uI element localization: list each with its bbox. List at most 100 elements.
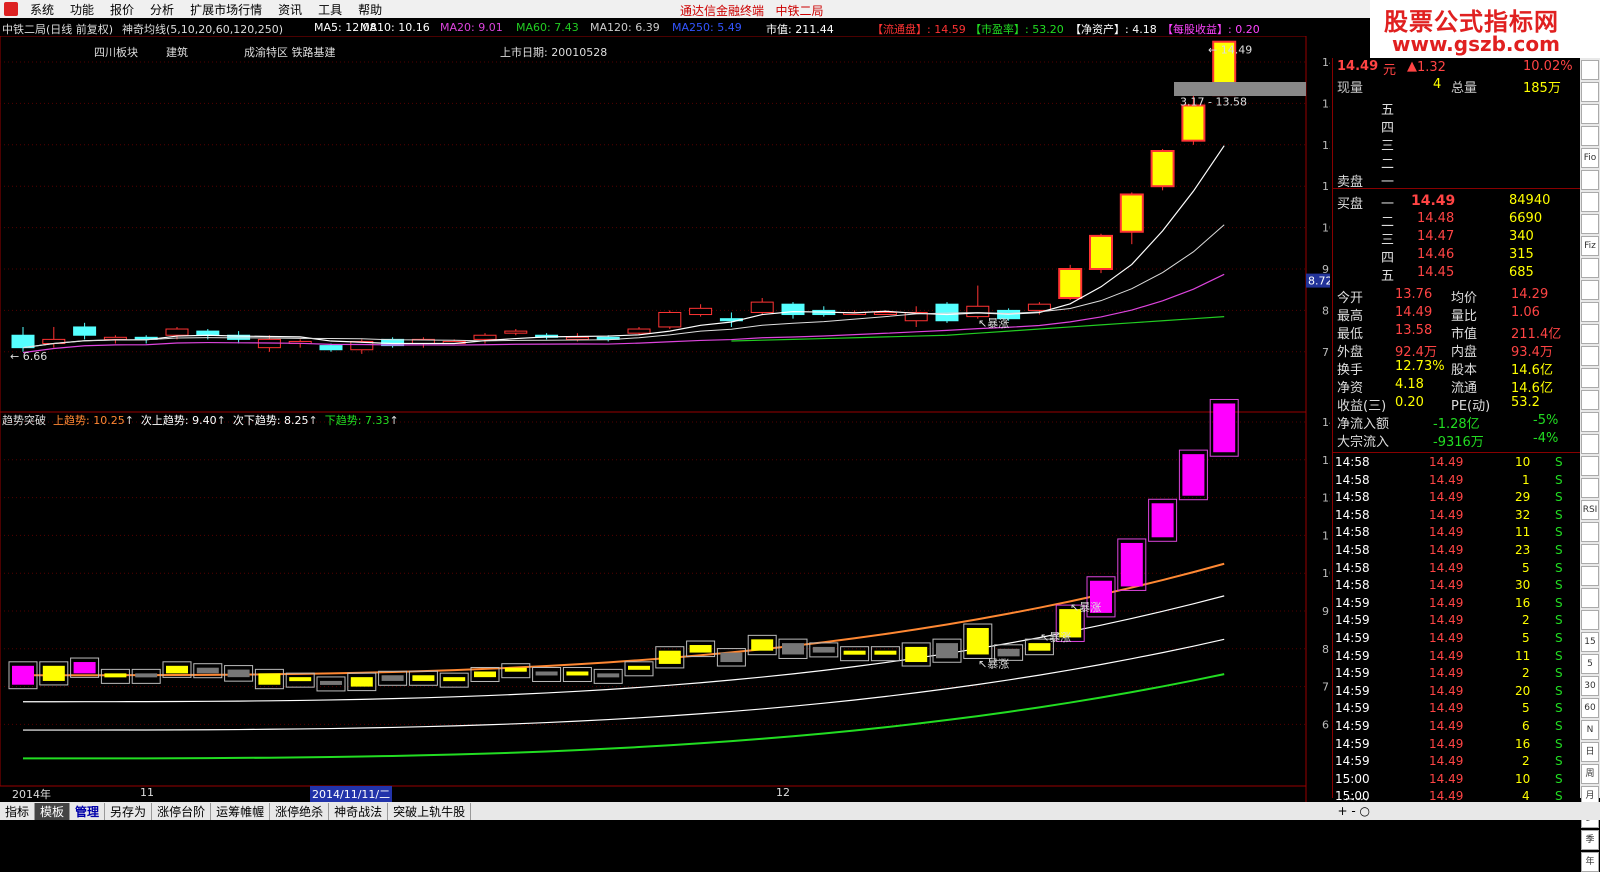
tick-side: S [1555, 631, 1563, 645]
side-tool-button[interactable]: N [1581, 720, 1599, 740]
sub-box-fill [443, 677, 466, 682]
bottom-tab[interactable]: 运筹帷幄 [211, 802, 271, 820]
candle-body [1089, 234, 1113, 271]
sub-box-fill [474, 671, 496, 678]
side-tool-button[interactable]: 5 [1581, 654, 1599, 674]
sub-box-fill [196, 667, 219, 674]
menu-quote[interactable]: 报价 [102, 1, 142, 18]
sub-box-fill [1182, 454, 1205, 496]
tick-volume: 6 [1522, 719, 1530, 733]
sub-box-fill [73, 662, 96, 674]
side-tool-button[interactable] [1581, 192, 1599, 212]
side-tool-button[interactable] [1581, 544, 1599, 564]
candle-body [73, 326, 97, 336]
side-tool-button[interactable] [1581, 104, 1599, 124]
menu-help[interactable]: 帮助 [350, 1, 390, 18]
candle-body [1150, 150, 1175, 188]
side-tool-button[interactable]: Fio [1581, 148, 1599, 168]
bottom-tab[interactable]: 涨停绝杀 [270, 802, 330, 820]
bottom-tab[interactable]: 涨停台阶 [152, 802, 212, 820]
side-tool-button[interactable] [1581, 324, 1599, 344]
tick-row: 14:59 14.49 11 S [1333, 648, 1581, 666]
tick-side: S [1555, 719, 1563, 733]
side-tool-button[interactable] [1581, 588, 1599, 608]
candle-body [504, 330, 528, 334]
bottom-tab[interactable]: 指标 [0, 802, 36, 820]
side-tool-button[interactable] [1581, 60, 1599, 80]
side-tool-button[interactable] [1581, 214, 1599, 234]
menubar: 系统 功能 报价 分析 扩展市场行情 资讯 工具 帮助 通达信金融终端 中铁二局 [0, 0, 1600, 18]
range-highlight [1174, 82, 1306, 96]
side-tool-button[interactable]: 15 [1581, 632, 1599, 652]
tick-price: 14.49 [1429, 578, 1464, 593]
stat-value: 14.49 [1395, 305, 1433, 320]
bottom-tab-bar: 指标 模板 管理 另存为 涨停台阶 运筹帷幄 涨停绝杀 神奇战法 突破上轨牛股 + - ○ [0, 802, 1600, 820]
side-tool-button[interactable]: 30 [1581, 676, 1599, 696]
side-tool-button[interactable] [1581, 170, 1599, 190]
tick-row: 14:58 14.49 5 S [1333, 560, 1581, 578]
side-tool-button[interactable] [1581, 346, 1599, 366]
tick-time: 14:58 [1335, 455, 1370, 469]
range-annotation: 3.17 - 13.58 [1180, 95, 1247, 108]
sub-box-fill [658, 650, 681, 664]
menu-tools[interactable]: 工具 [310, 1, 350, 18]
tick-volume: 16 [1515, 595, 1531, 610]
menu-analysis[interactable]: 分析 [142, 1, 182, 18]
side-tool-button[interactable] [1581, 126, 1599, 146]
side-tool-button[interactable]: 季 [1581, 830, 1599, 850]
side-tool-button[interactable] [1581, 456, 1599, 476]
sub-up2-trend: 次上趋势: 9.40 [140, 414, 217, 427]
side-tool-button[interactable]: 周 [1581, 764, 1599, 784]
tick-time: 14:58 [1335, 472, 1370, 487]
stat-value2: -5% [1533, 413, 1559, 428]
bottom-tab[interactable]: 另存为 [105, 802, 153, 820]
side-tool-button[interactable] [1581, 478, 1599, 498]
float-cap-value: 【流通盘】: 14.59 [872, 23, 966, 36]
side-tool-button[interactable] [1581, 258, 1599, 278]
tick-side: S [1555, 507, 1563, 522]
tick-price: 14.49 [1429, 490, 1464, 505]
menu-ext-market[interactable]: 扩展市场行情 [182, 1, 270, 18]
side-tool-button[interactable] [1581, 82, 1599, 102]
bottom-tab[interactable]: 模板 [35, 802, 71, 820]
tick-side: S [1555, 683, 1563, 698]
side-tool-button[interactable] [1581, 390, 1599, 410]
side-tool-button[interactable] [1581, 302, 1599, 322]
side-tool-button[interactable]: RSI [1581, 500, 1599, 520]
bottom-tab[interactable]: 神奇战法 [329, 802, 389, 820]
side-tool-button[interactable] [1581, 566, 1599, 586]
menu-info[interactable]: 资讯 [270, 1, 310, 18]
bottom-tab[interactable]: 管理 [70, 802, 106, 820]
stat-value: 4.18 [1395, 377, 1424, 392]
zoom-controls[interactable]: + - ○ [1338, 804, 1370, 818]
tick-price: 14.49 [1429, 683, 1464, 698]
side-tool-button[interactable] [1581, 522, 1599, 542]
sub-down2-trend-line [22, 638, 1225, 731]
side-tool-button[interactable] [1581, 610, 1599, 630]
stat-row: 今开 13.76 均价 14.29 [1333, 286, 1581, 306]
buy-price: 14.48 [1417, 211, 1455, 226]
candle-body [1181, 104, 1206, 142]
chart-title: 中铁二局(日线 前复权) [2, 23, 114, 36]
menu-function[interactable]: 功能 [62, 1, 102, 18]
tick-volume: 2 [1522, 666, 1530, 681]
tick-side: S [1555, 455, 1563, 469]
side-tool-button[interactable]: Fiz [1581, 236, 1599, 256]
side-tool-button[interactable]: 日 [1581, 742, 1599, 762]
sub-box-fill [227, 669, 250, 678]
side-tool-button[interactable] [1581, 434, 1599, 454]
side-tool-button[interactable] [1581, 412, 1599, 432]
side-tool-button[interactable]: 年 [1581, 852, 1599, 872]
tick-row: 14:58 14.49 1 S [1333, 472, 1581, 490]
side-tool-button[interactable] [1581, 280, 1599, 300]
sub-box-fill [1151, 503, 1174, 538]
side-tool-button[interactable] [1581, 368, 1599, 388]
sub-box-fill [350, 677, 373, 687]
bottom-tab[interactable]: 突破上轨牛股 [388, 802, 472, 820]
stat-row: 净流入额 -1.28亿 -5% [1333, 412, 1581, 432]
tick-price: 14.49 [1429, 648, 1464, 663]
menu-system[interactable]: 系统 [22, 1, 62, 18]
indicator-name[interactable]: 神奇均线(5,10,20,60,120,250) [122, 21, 283, 37]
surge-annotation: ↖暴涨 [978, 317, 1009, 330]
side-tool-button[interactable]: 60 [1581, 698, 1599, 718]
